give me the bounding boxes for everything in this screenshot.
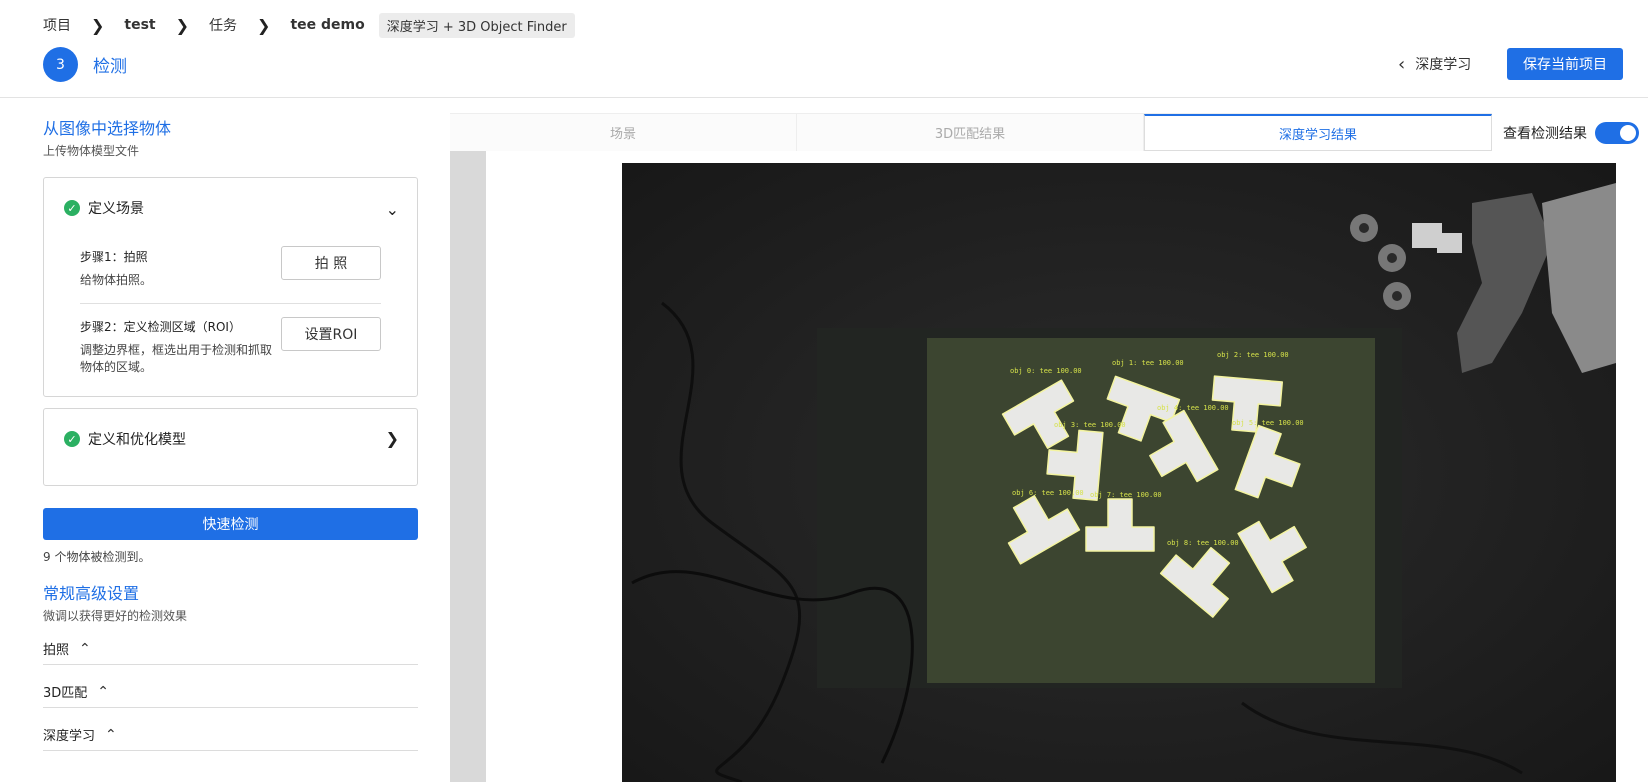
define-model-title: 定义和优化模型 [88,432,186,448]
check-circle-icon: ✓ [64,200,80,216]
breadcrumb-task-tee-demo[interactable]: tee demo [290,17,364,33]
divider [80,303,381,304]
show-detections-label: 查看检测结果 [1503,126,1587,142]
left-panel: 从图像中选择物体 上传物体模型文件 ✓ 定义场景 ⌄ 步骤1：拍照 给物体拍照。… [0,99,450,782]
quick-detect-button[interactable]: 快速检测 [43,508,418,540]
chevron-up-icon: ⌃ [105,726,117,743]
breadcrumb-projects[interactable]: 项目 [43,15,71,35]
select-object-subtitle: 上传物体模型文件 [43,144,140,158]
chevron-down-icon[interactable]: ⌄ [386,200,399,219]
chevron-right-icon[interactable]: ❯ [386,429,399,448]
define-scene-header[interactable]: ✓ 定义场景 [64,198,144,218]
define-model-header[interactable]: ✓ 定义和优化模型 [64,429,186,449]
task-type-tag: 深度学习 + 3D Object Finder [378,12,575,38]
step-number-badge: 3 [43,47,78,82]
step2-title: 步骤2：定义检测区域（ROI） [80,320,241,334]
advanced-row-capture[interactable]: 拍照 ⌃ [43,633,418,665]
back-link-label: 深度学习 [1415,57,1472,73]
page-title: 检测 [93,57,127,77]
tab-3d-match-results[interactable]: 3D匹配结果 [797,114,1144,151]
viewer-scroll-gutter [450,151,486,782]
chevron-right-icon: ❯ [91,15,105,35]
chevron-right-icon: ❯ [175,15,190,35]
detection-label: obj 2: tee 100.00 [1217,351,1289,359]
define-scene-card: ✓ 定义场景 ⌄ 步骤1：拍照 给物体拍照。 拍 照 步骤2：定义检测区域（RO… [43,177,418,397]
detection-label: obj 0: tee 100.00 [1010,367,1082,375]
define-scene-title: 定义场景 [88,201,144,217]
detection-label: obj 5: tee 100.00 [1232,419,1304,427]
select-object-title: 从图像中选择物体 [43,119,172,138]
result-tabs: 场景 3D匹配结果 深度学习结果 [450,113,1492,151]
check-circle-icon: ✓ [64,431,80,447]
detection-label: obj 8: tee 100.00 [1167,539,1239,547]
detection-label: obj 4: tee 100.00 [1157,404,1229,412]
detection-label: obj 1: tee 100.00 [1112,359,1184,367]
chevron-up-icon: ⌃ [79,640,91,657]
breadcrumb-tasks[interactable]: 任务 [209,15,237,35]
advanced-row-3d-match[interactable]: 3D匹配 ⌃ [43,676,418,708]
show-detections-toggle[interactable] [1595,122,1639,144]
step1-description: 给物体拍照。 [80,273,153,287]
breadcrumb: 项目 ❯ test ❯ 任务 ❯ tee demo 深度学习 + 3D Obje… [43,12,575,38]
step2-description: 调整边界框，框选出用于检测和抓取物体的区域。 [80,343,273,374]
toggle-knob [1620,125,1636,141]
header: 项目 ❯ test ❯ 任务 ❯ tee demo 深度学习 + 3D Obje… [0,0,1648,98]
advanced-row-label: 拍照 [43,643,70,658]
step1-title: 步骤1：拍照 [80,250,148,264]
advanced-settings-subtitle: 微调以获得更好的检测效果 [43,609,188,623]
chevron-up-icon: ⌃ [97,683,110,700]
camera-image: obj 0: tee 100.00 obj 1: tee 100.00 obj 2:… [622,163,1616,782]
set-roi-button[interactable]: 设置ROI [281,317,381,351]
washer-hole [1387,253,1397,263]
tab-scene[interactable]: 场景 [450,114,797,151]
back-to-deep-learning-link[interactable]: ‹ 深度学习 [1398,53,1471,75]
detection-label: obj 6: tee 100.00 [1012,489,1084,497]
breadcrumb-project-test[interactable]: test [124,17,155,33]
washer-hole [1392,291,1402,301]
advanced-row-label: 3D匹配 [43,686,88,701]
tab-deep-learning-results[interactable]: 深度学习结果 [1144,114,1492,151]
detection-image-viewer[interactable]: obj 0: tee 100.00 obj 1: tee 100.00 obj 2:… [622,163,1616,782]
chevron-right-icon: ❯ [257,15,271,35]
chevron-left-icon: ‹ [1398,53,1406,75]
detection-label: obj 3: tee 100.00 [1054,421,1126,429]
save-project-button[interactable]: 保存当前项目 [1507,48,1623,80]
washer-hole [1359,223,1369,233]
detect-count-text: 9 个物体被检测到。 [43,550,151,564]
advanced-settings-title: 常规高级设置 [43,584,140,603]
advanced-row-label: 深度学习 [43,729,96,744]
define-model-card: ✓ 定义和优化模型 ❯ [43,408,418,486]
detection-label: obj 7: tee 100.00 [1090,491,1162,499]
capture-button[interactable]: 拍 照 [281,246,381,280]
advanced-row-deep-learning[interactable]: 深度学习 ⌃ [43,719,418,751]
